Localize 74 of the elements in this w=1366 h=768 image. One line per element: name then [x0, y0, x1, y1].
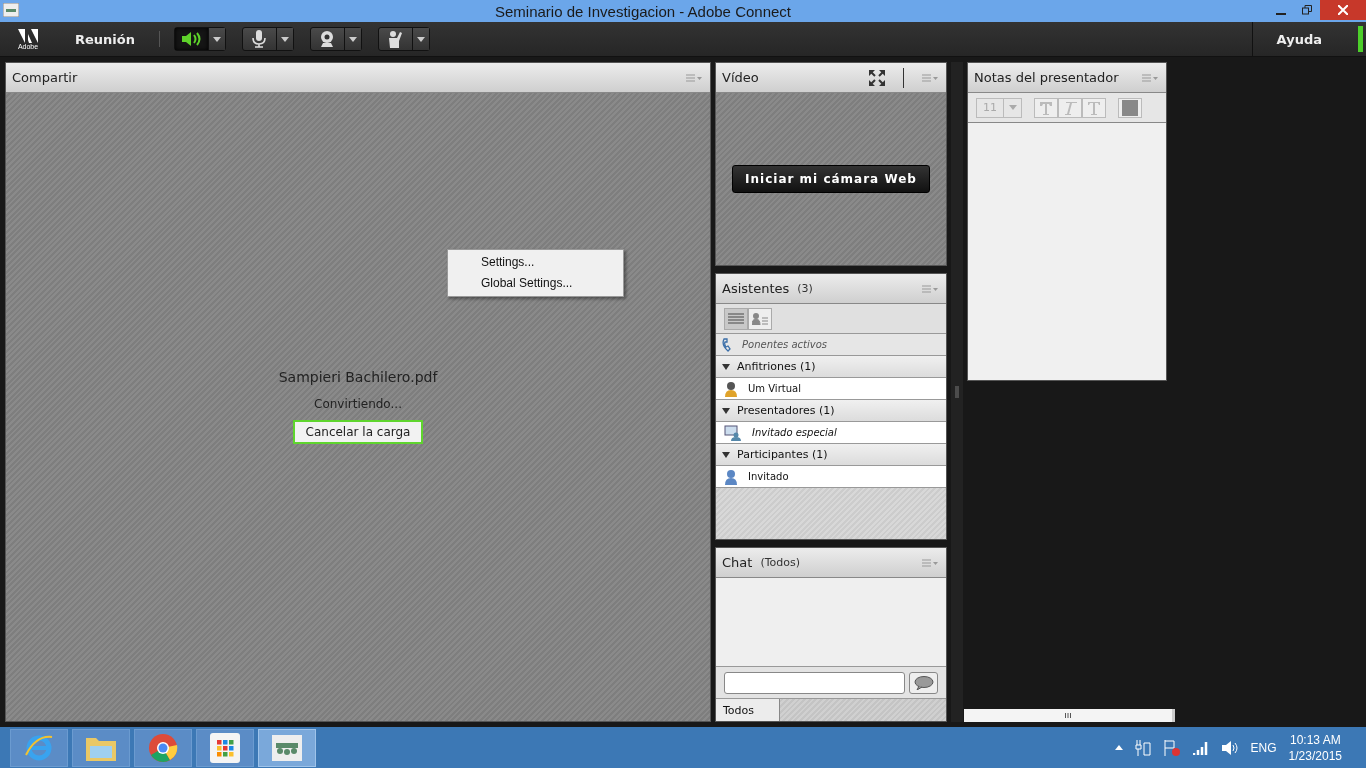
- speech-bubble-icon: [913, 675, 934, 690]
- chat-input[interactable]: [724, 671, 905, 694]
- caret-icon: [1008, 105, 1017, 110]
- minimize-icon: [1276, 13, 1286, 15]
- pod-title: Compartir: [12, 70, 78, 85]
- pod-menu-icon[interactable]: [922, 73, 938, 82]
- pod-menu-icon[interactable]: [1142, 73, 1158, 82]
- close-button[interactable]: [1320, 0, 1366, 20]
- group-label: Participantes (1): [737, 448, 828, 461]
- menu-item[interactable]: Global Settings...: [448, 273, 623, 294]
- attendee-name[interactable]: Invitado: [748, 471, 789, 482]
- caret-icon: [417, 36, 425, 42]
- italic-t-icon: [1063, 100, 1077, 115]
- app-icon: [3, 3, 19, 17]
- plain-t-icon: [1087, 100, 1101, 115]
- close-icon: [1338, 5, 1348, 15]
- taskbar-app-button[interactable]: [10, 728, 68, 767]
- clock[interactable]: 10:13 AM 1/23/2015: [1288, 732, 1342, 763]
- color-button[interactable]: [1118, 97, 1142, 118]
- speaker-toggle-button[interactable]: [175, 28, 209, 50]
- flag-icon[interactable]: [1162, 738, 1181, 757]
- menu-item[interactable]: Settings...: [448, 252, 623, 273]
- chat-audience: (Todos): [760, 556, 800, 569]
- group-label: Anfitriones (1): [737, 360, 816, 373]
- color-swatch-icon: [1122, 99, 1138, 116]
- chat-recipient-tab[interactable]: Todos: [716, 699, 780, 721]
- scrollbar-thumb[interactable]: [964, 709, 1172, 722]
- send-button[interactable]: [909, 671, 938, 694]
- caret-icon: [349, 36, 357, 42]
- window-title: Seminario de Investigacion - Adobe Connect: [494, 2, 792, 20]
- language-indicator[interactable]: ENG: [1250, 740, 1277, 755]
- taskbar-app-button[interactable]: [258, 728, 316, 767]
- bold-t-icon: [1039, 100, 1053, 115]
- card-view-tab[interactable]: [748, 307, 772, 330]
- caret-icon: [281, 36, 289, 42]
- presenter-user-icon: [724, 424, 742, 441]
- group-label: Presentadores (1): [737, 404, 835, 417]
- taskbar-app-button[interactable]: [72, 728, 130, 767]
- pod-title: Vídeo: [722, 70, 759, 85]
- pod-title: Notas del presentador: [974, 70, 1119, 85]
- file-name: Sampieri Bachilero.pdf: [278, 369, 438, 385]
- status-text: Convirtiendo...: [314, 397, 402, 411]
- apps-grid-icon: [210, 732, 240, 763]
- list-view-tab[interactable]: [724, 307, 748, 330]
- help-menu[interactable]: Ayuda: [1276, 31, 1322, 47]
- meeting-app-icon: [272, 734, 302, 761]
- signal-icon[interactable]: [1192, 740, 1209, 755]
- attendee-name[interactable]: Invitado especial: [752, 427, 837, 438]
- chrome-icon: [148, 732, 178, 763]
- power-icon[interactable]: [1134, 739, 1151, 756]
- pod-title: Asistentes: [722, 281, 790, 296]
- user-list-icon: [752, 312, 768, 325]
- resize-handle-icon[interactable]: [955, 386, 959, 398]
- connection-meter-icon: [1358, 26, 1363, 52]
- pod-menu-icon[interactable]: [686, 73, 702, 82]
- user-icon: [724, 468, 738, 485]
- pod-menu-icon[interactable]: [922, 558, 938, 567]
- pod-menu-icon[interactable]: [922, 284, 938, 293]
- volume-icon[interactable]: [1220, 739, 1239, 756]
- start-webcam-button[interactable]: Iniciar mi cámara Web: [732, 165, 930, 193]
- show-hidden-icons-icon[interactable]: [1114, 745, 1123, 750]
- fullscreen-icon[interactable]: [869, 69, 885, 86]
- taskbar-app-button[interactable]: [196, 728, 254, 767]
- meeting-menu[interactable]: Reunión: [75, 31, 135, 47]
- host-user-icon: [724, 380, 738, 397]
- cancel-upload-button[interactable]: Cancelar la carga: [292, 420, 424, 444]
- active-speakers-label: Ponentes activos: [742, 339, 827, 350]
- attendee-count: (3): [797, 282, 813, 295]
- list-icon: [728, 312, 744, 325]
- attendee-name[interactable]: Um Virtual: [748, 383, 801, 394]
- caret-icon: [213, 36, 221, 42]
- pod-title: Chat: [722, 555, 753, 570]
- taskbar-app-button[interactable]: [134, 728, 192, 767]
- restore-icon: [1302, 5, 1312, 15]
